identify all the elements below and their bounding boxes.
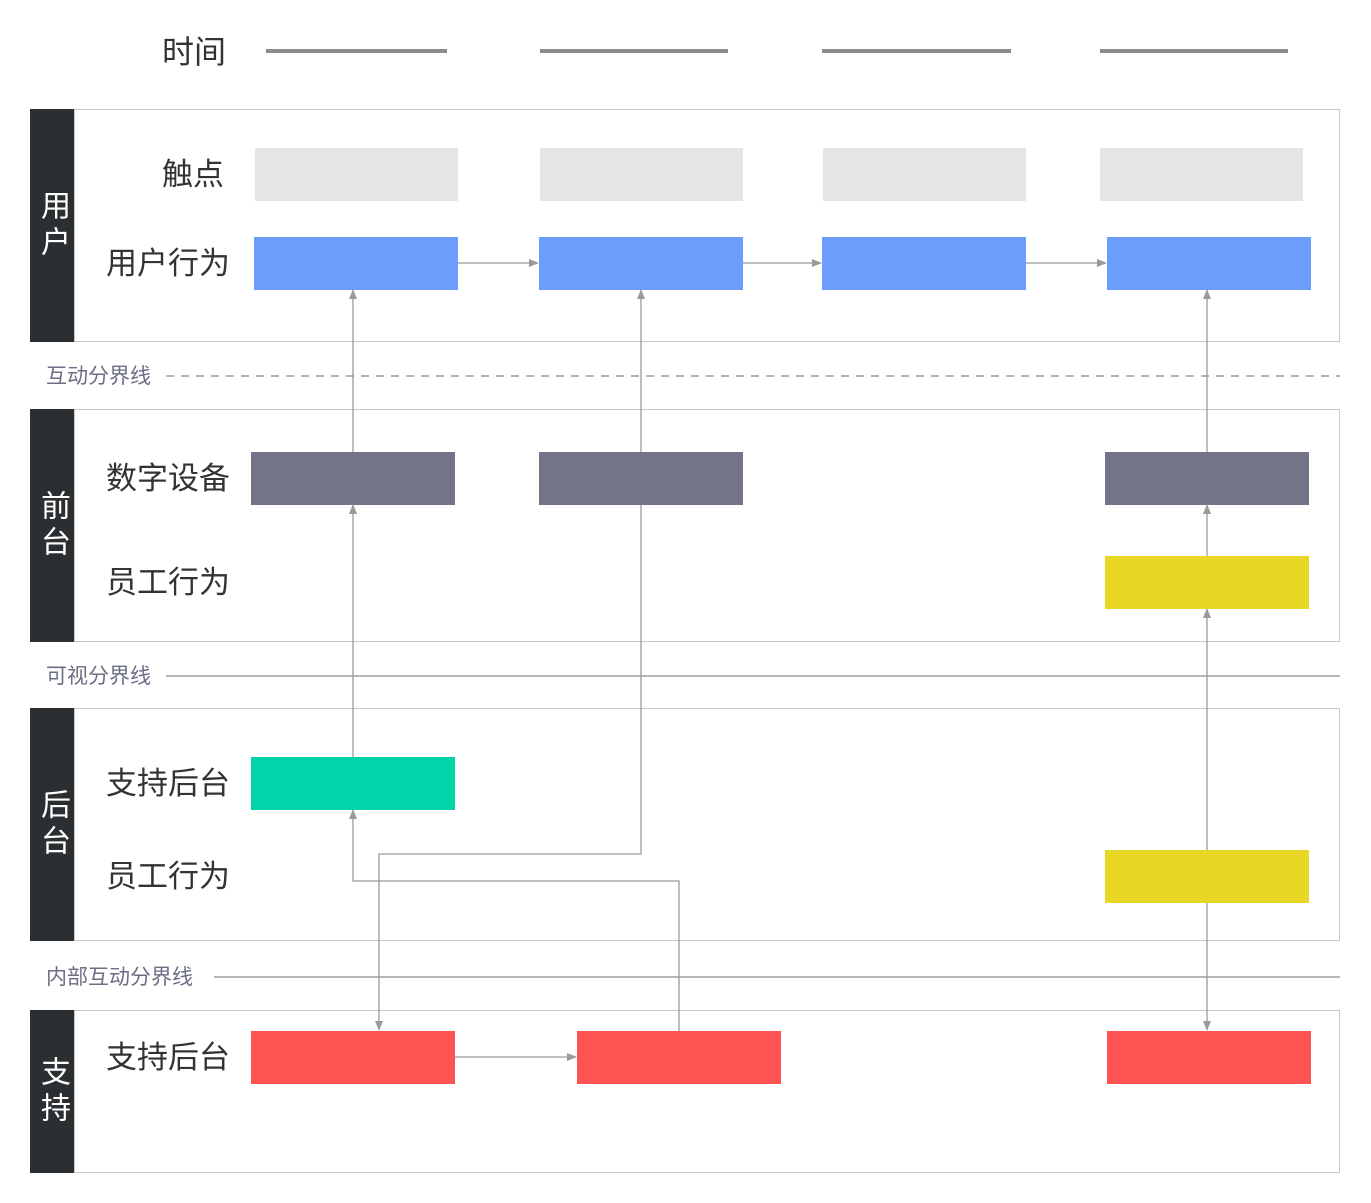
interaction-divider-label: 互动分界线 xyxy=(46,363,153,389)
visibility-divider-label: 可视分界线 xyxy=(46,663,153,689)
connector-layer xyxy=(166,259,1340,1061)
internal-divider-label: 内部互动分界线 xyxy=(46,964,195,990)
flow-arrow xyxy=(375,505,642,1031)
flow-arrow xyxy=(349,809,680,1031)
